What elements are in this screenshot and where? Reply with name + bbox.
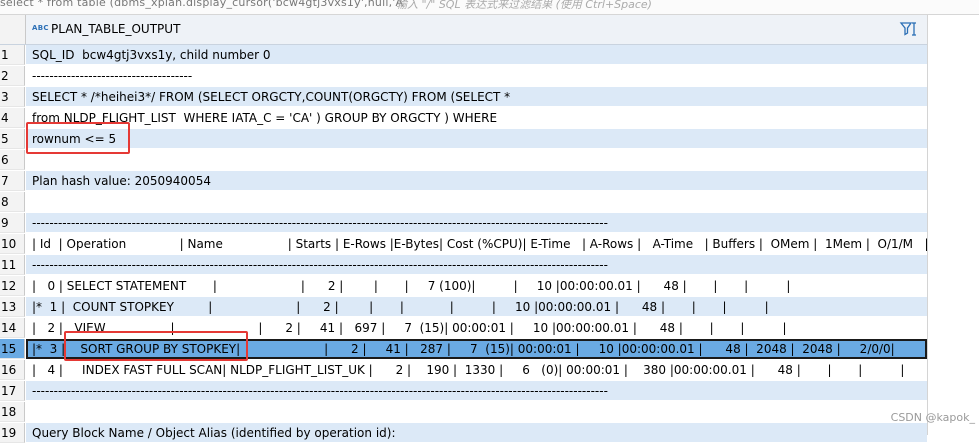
column-header[interactable]: ABC PLAN_TABLE_OUTPUT [0, 15, 927, 45]
table-row[interactable]: 15 |* 3 | SORT GROUP BY STOPKEY| | 2 | 41… [0, 339, 927, 360]
table-row[interactable]: 4 from NLDP_FLIGHT_LIST WHERE IATA_C = 'C… [0, 108, 927, 129]
sql-editor-line[interactable]: select * from table (dbms_xplan.display_… [0, 0, 979, 15]
plan-output-cell[interactable]: from NLDP_FLIGHT_LIST WHERE IATA_C = 'CA… [26, 108, 927, 128]
row-number: 18 [0, 402, 25, 422]
plan-output-cell[interactable]: ----------------------------------------… [26, 255, 927, 275]
row-number: 1 [0, 45, 25, 65]
table-row[interactable]: 1 SQL_ID bcw4gtj3vxs1y, child number 0 [0, 45, 927, 66]
plan-output-cell[interactable]: |* 1 | COUNT STOPKEY | | 2 | | | | | 10 … [26, 297, 927, 317]
row-number: 13 [0, 297, 25, 317]
row-number: 6 [0, 150, 25, 170]
table-row[interactable]: 10 | Id | Operation | Name | Starts | E-R… [0, 234, 927, 255]
row-number: 15 [0, 339, 25, 359]
row-number-header [0, 15, 26, 44]
row-number: 16 [0, 360, 25, 380]
table-row[interactable]: 16 | 4 | INDEX FAST FULL SCAN| NLDP_FLIGH… [0, 360, 927, 381]
row-number: 14 [0, 318, 25, 338]
table-row[interactable]: 3 SELECT * /*heihei3*/ FROM (SELECT ORGCT… [0, 87, 927, 108]
table-row[interactable]: 8 [0, 192, 927, 213]
plan-output-cell[interactable]: rownum <= 5 [26, 129, 927, 149]
filter-hint[interactable]: 输入 "/" SQL 表达式来过滤结果 (使用 Ctrl+Space) [396, 0, 652, 12]
table-row[interactable]: 18 [0, 402, 927, 423]
table-row[interactable]: 7 Plan hash value: 2050940054 [0, 171, 927, 192]
plan-output-cell[interactable]: ----------------------------------------… [26, 381, 927, 401]
plan-output-cell[interactable]: Query Block Name / Object Alias (identif… [26, 423, 927, 443]
row-number: 9 [0, 213, 25, 233]
filter-icon[interactable] [899, 21, 921, 37]
text-type-icon: ABC [32, 24, 49, 32]
row-number: 3 [0, 87, 25, 107]
table-row[interactable]: 6 [0, 150, 927, 171]
row-number: 12 [0, 276, 25, 296]
row-number: 8 [0, 192, 25, 212]
table-row[interactable]: 19 Query Block Name / Object Alias (ident… [0, 423, 927, 444]
plan-output-cell[interactable] [26, 402, 927, 422]
plan-output-cell[interactable]: | 0 | SELECT STATEMENT | | 2 | | | 7 (10… [26, 276, 927, 296]
plan-output-cell[interactable]: |* 3 | SORT GROUP BY STOPKEY| | 2 | 41 |… [26, 339, 927, 359]
column-title: PLAN_TABLE_OUTPUT [51, 22, 181, 36]
right-empty-area [927, 15, 979, 435]
plan-output-cell[interactable]: ----------------------------------------… [26, 213, 927, 233]
row-number: 7 [0, 171, 25, 191]
table-row[interactable]: 2 ------------------------------------- [0, 66, 927, 87]
plan-output-cell[interactable]: | 4 | INDEX FAST FULL SCAN| NLDP_FLIGHT_… [26, 360, 927, 380]
row-number: 4 [0, 108, 25, 128]
table-row[interactable]: 5 rownum <= 5 [0, 129, 927, 150]
row-number: 17 [0, 381, 25, 401]
table-row[interactable]: 9 ---------------------------------------… [0, 213, 927, 234]
plan-output-cell[interactable] [26, 192, 927, 212]
sql-text: select * from table (dbms_xplan.display_… [0, 0, 407, 9]
plan-output-cell[interactable]: ------------------------------------- [26, 66, 927, 86]
table-row[interactable]: 12 | 0 | SELECT STATEMENT | | 2 | | | 7 (… [0, 276, 927, 297]
plan-output-cell[interactable]: Plan hash value: 2050940054 [26, 171, 927, 191]
table-row[interactable]: 14 | 2 | VIEW | | 2 | 41 | 697 | 7 (15)| … [0, 318, 927, 339]
row-number: 2 [0, 66, 25, 86]
plan-output-cell[interactable]: | 2 | VIEW | | 2 | 41 | 697 | 7 (15)| 00… [26, 318, 927, 338]
plan-output-cell[interactable]: SQL_ID bcw4gtj3vxs1y, child number 0 [26, 45, 927, 65]
plan-output-cell[interactable] [26, 150, 927, 170]
row-number: 10 [0, 234, 25, 254]
table-row[interactable]: 17 --------------------------------------… [0, 381, 927, 402]
table-row[interactable]: 13 |* 1 | COUNT STOPKEY | | 2 | | | | | 1… [0, 297, 927, 318]
plan-output-cell[interactable]: | Id | Operation | Name | Starts | E-Row… [26, 234, 927, 254]
table-row[interactable]: 11 --------------------------------------… [0, 255, 927, 276]
row-number: 11 [0, 255, 25, 275]
plan-output-cell[interactable]: SELECT * /*heihei3*/ FROM (SELECT ORGCTY… [26, 87, 927, 107]
row-number: 5 [0, 129, 25, 149]
result-grid[interactable]: 1 SQL_ID bcw4gtj3vxs1y, child number 0 2 --… [0, 45, 927, 444]
watermark: CSDN @kapok_ [890, 411, 975, 424]
row-number: 19 [0, 423, 25, 443]
